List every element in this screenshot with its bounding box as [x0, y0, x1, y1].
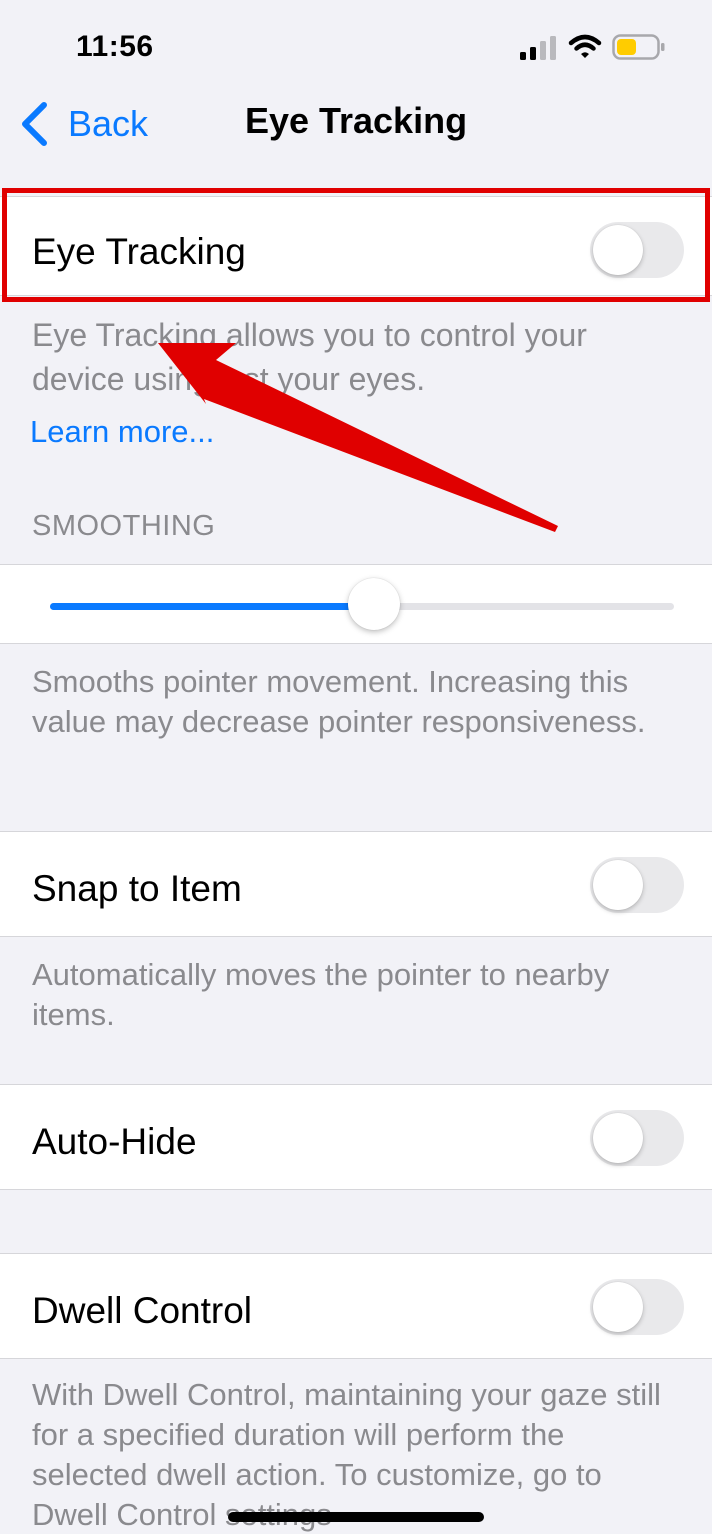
toggle-knob: [593, 1282, 643, 1332]
auto-hide-cell: Auto-Hide: [0, 1084, 712, 1190]
snap-to-item-footer: Automatically moves the pointer to nearb…: [32, 957, 610, 1032]
battery-icon: [612, 34, 665, 60]
status-bar: 11:56: [0, 0, 712, 96]
smoothing-slider-fill: [50, 603, 374, 610]
wifi-icon: [568, 34, 602, 58]
cellular-signal-icon: [520, 36, 556, 60]
back-button[interactable]: Back: [18, 96, 148, 152]
dwell-control-cell: Dwell Control: [0, 1253, 712, 1359]
dwell-control-label: Dwell Control: [32, 1290, 253, 1331]
toggle-knob: [593, 1113, 643, 1163]
dwell-control-footer: With Dwell Control, maintaining your gaz…: [32, 1377, 661, 1532]
settings-screen: 11:56 Eye Tracking Back Eye Tracking Eye…: [0, 0, 712, 1534]
smoothing-footer: Smooths pointer movement. Increasing thi…: [32, 664, 646, 739]
navigation-bar: Eye Tracking Back: [0, 96, 712, 156]
smoothing-header: SMOOTHING: [32, 510, 216, 542]
chevron-left-icon: [22, 102, 47, 146]
status-time: 11:56: [76, 30, 154, 63]
eye-tracking-description: Eye Tracking allows you to control your …: [32, 317, 587, 397]
back-label: Back: [68, 103, 149, 144]
smoothing-slider-thumb[interactable]: [347, 578, 400, 630]
snap-to-item-cell: Snap to Item: [0, 831, 712, 937]
home-indicator: [228, 1512, 484, 1522]
snap-to-item-toggle[interactable]: [590, 857, 684, 913]
toggle-knob: [593, 860, 643, 910]
auto-hide-label: Auto-Hide: [32, 1121, 197, 1162]
dwell-control-toggle[interactable]: [590, 1279, 684, 1335]
learn-more-link[interactable]: Learn more...: [30, 414, 214, 450]
auto-hide-toggle[interactable]: [590, 1110, 684, 1166]
snap-to-item-label: Snap to Item: [32, 868, 242, 909]
annotation-highlight-box: [2, 188, 710, 302]
